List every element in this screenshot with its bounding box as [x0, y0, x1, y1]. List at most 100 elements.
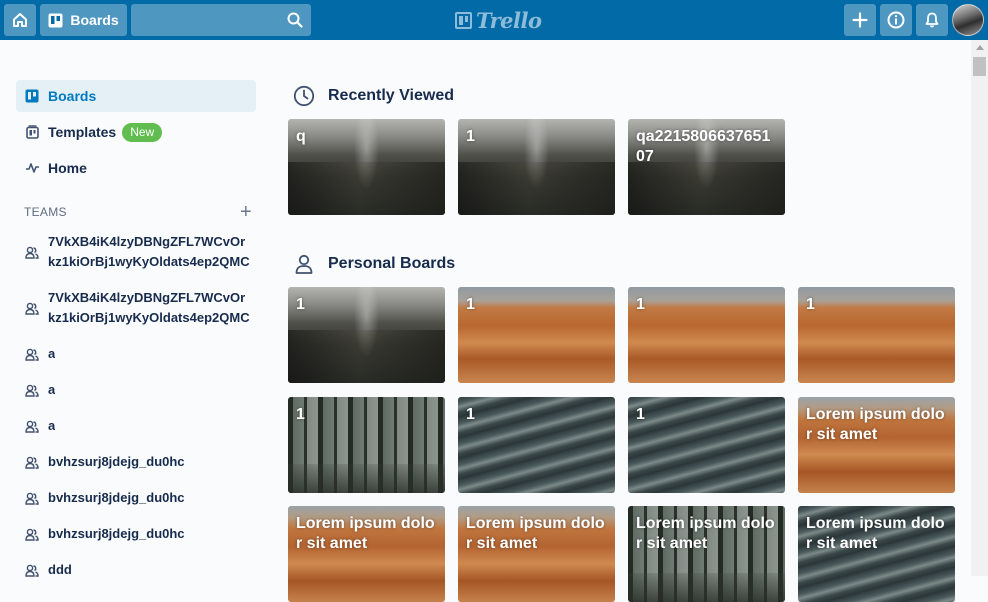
team-name: a [48, 382, 56, 397]
board-tile-name: qa221580663765107 [636, 128, 771, 165]
sidebar-item-label: Templates [48, 124, 117, 140]
team-name: bvhzsurj8jdejg_du0hc [48, 490, 185, 505]
board-tile-name: 1 [806, 296, 815, 313]
board-tile-name: 1 [296, 406, 305, 423]
board-tile[interactable]: q [288, 119, 445, 215]
sidebar: Boards Templates New Home TEAMS + 7VkXB4… [16, 80, 256, 577]
scroll-up-arrow-icon[interactable] [976, 45, 984, 50]
board-tile[interactable]: 1 [458, 397, 615, 493]
board-tile-name: 1 [296, 296, 305, 313]
board-tile[interactable]: 1 [628, 397, 785, 493]
team-icon [24, 564, 40, 577]
board-tile-name: Lorem ipsum dolor sit amet [806, 406, 945, 443]
activity-icon [24, 160, 40, 176]
sidebar-team-item[interactable]: a [16, 416, 256, 436]
trello-logo-text: Trello [476, 7, 542, 33]
search-icon[interactable] [287, 12, 303, 28]
person-icon [292, 252, 316, 276]
board-tile-name: 1 [466, 406, 475, 423]
recently-viewed-heading: Recently Viewed [292, 84, 454, 108]
teams-heading: TEAMS + [24, 201, 256, 223]
team-name: 7VkXB4iK4lzyDBNgZFL7WCvOr kz1kiOrBj1wyKyO… [48, 290, 250, 325]
board-tile[interactable]: 1 [628, 287, 785, 383]
board-tile-name: Lorem ipsum dolor sit amet [636, 515, 775, 552]
trello-logo[interactable]: Trello [455, 7, 542, 33]
avatar[interactable] [952, 4, 984, 36]
sidebar-team-item[interactable]: ddd [16, 560, 256, 580]
board-tile-name: Lorem ipsum dolor sit amet [296, 515, 435, 552]
team-icon [24, 384, 40, 397]
scrollbar-thumb[interactable] [973, 57, 986, 76]
create-button[interactable] [844, 4, 876, 36]
board-tile-name: 1 [466, 296, 475, 313]
search-box[interactable] [131, 4, 311, 36]
team-icon [24, 456, 40, 469]
board-tile-name: q [296, 128, 306, 145]
page-scrollbar[interactable] [971, 40, 988, 576]
recently-viewed-title: Recently Viewed [328, 87, 454, 104]
sidebar-item-templates[interactable]: Templates New [16, 116, 256, 148]
sidebar-team-item[interactable]: bvhzsurj8jdejg_du0hc [16, 524, 256, 544]
team-icon [24, 246, 40, 259]
personal-boards-heading: Personal Boards [292, 252, 455, 276]
team-name: bvhzsurj8jdejg_du0hc [48, 526, 185, 541]
boards-button[interactable]: Boards [40, 4, 127, 36]
info-button[interactable] [880, 4, 912, 36]
team-list: 7VkXB4iK4lzyDBNgZFL7WCvOr kz1kiOrBj1wyKyO… [16, 232, 256, 596]
personal-boards-title: Personal Boards [328, 255, 456, 272]
team-icon [24, 420, 40, 433]
sidebar-item-label: Boards [48, 88, 97, 104]
sidebar-team-item[interactable]: 7VkXB4iK4lzyDBNgZFL7WCvOr kz1kiOrBj1wyKyO… [16, 232, 256, 272]
templates-icon [24, 124, 40, 140]
board-tile[interactable]: 1 [458, 287, 615, 383]
home-button[interactable] [4, 4, 36, 36]
trello-logo-icon [455, 11, 472, 29]
board-tile-name: Lorem ipsum dolor sit amet [466, 515, 605, 552]
board-tile[interactable]: qa221580663765107 [628, 119, 785, 215]
team-name: ddd [48, 562, 72, 577]
team-name: 7VkXB4iK4lzyDBNgZFL7WCvOr kz1kiOrBj1wyKyO… [48, 234, 250, 269]
board-tile[interactable]: 1 [288, 287, 445, 383]
board-tile[interactable]: Lorem ipsum dolor sit amet [288, 506, 445, 602]
team-icon [24, 348, 40, 361]
board-tile[interactable]: Lorem ipsum dolor sit amet [458, 506, 615, 602]
board-tile[interactable]: Lorem ipsum dolor sit amet [798, 397, 955, 493]
sidebar-team-item[interactable]: bvhzsurj8jdejg_du0hc [16, 488, 256, 508]
boards-icon [24, 88, 40, 104]
board-tile-name: Lorem ipsum dolor sit amet [806, 515, 945, 552]
board-tile[interactable]: 1 [458, 119, 615, 215]
sidebar-item-label: Home [48, 160, 87, 176]
search-input[interactable] [131, 4, 311, 36]
board-tile-name: 1 [636, 406, 645, 423]
top-header: Boards Trello [0, 0, 988, 40]
home-icon [13, 13, 27, 27]
sidebar-team-item[interactable]: 7VkXB4iK4lzyDBNgZFL7WCvOr kz1kiOrBj1wyKyO… [16, 288, 256, 328]
new-badge: New [122, 122, 163, 142]
add-team-icon[interactable]: + [240, 201, 252, 224]
sidebar-team-item[interactable]: a [16, 344, 256, 364]
team-name: bvhzsurj8jdejg_du0hc [48, 454, 185, 469]
board-tile[interactable]: 1 [288, 397, 445, 493]
team-icon [24, 528, 40, 541]
board-tile[interactable]: Lorem ipsum dolor sit amet [628, 506, 785, 602]
notifications-button[interactable] [916, 4, 948, 36]
bell-icon [925, 12, 939, 28]
team-icon [24, 302, 40, 315]
sidebar-item-home[interactable]: Home [16, 152, 256, 184]
plus-icon [852, 12, 868, 28]
sidebar-item-boards[interactable]: Boards [16, 80, 256, 112]
board-tile[interactable]: Lorem ipsum dolor sit amet [798, 506, 955, 602]
team-name: a [48, 346, 56, 361]
sidebar-team-item[interactable]: bvhzsurj8jdejg_du0hc [16, 452, 256, 472]
info-icon [887, 11, 905, 29]
team-icon [24, 492, 40, 505]
boards-button-label: Boards [70, 12, 119, 28]
board-tile-name: 1 [466, 128, 475, 145]
sidebar-team-item[interactable]: a [16, 380, 256, 400]
board-tile[interactable]: 1 [798, 287, 955, 383]
teams-heading-label: TEAMS [24, 205, 67, 219]
board-tile-name: 1 [636, 296, 645, 313]
clock-icon [292, 84, 316, 108]
team-name: a [48, 418, 56, 433]
boards-icon [48, 13, 63, 27]
